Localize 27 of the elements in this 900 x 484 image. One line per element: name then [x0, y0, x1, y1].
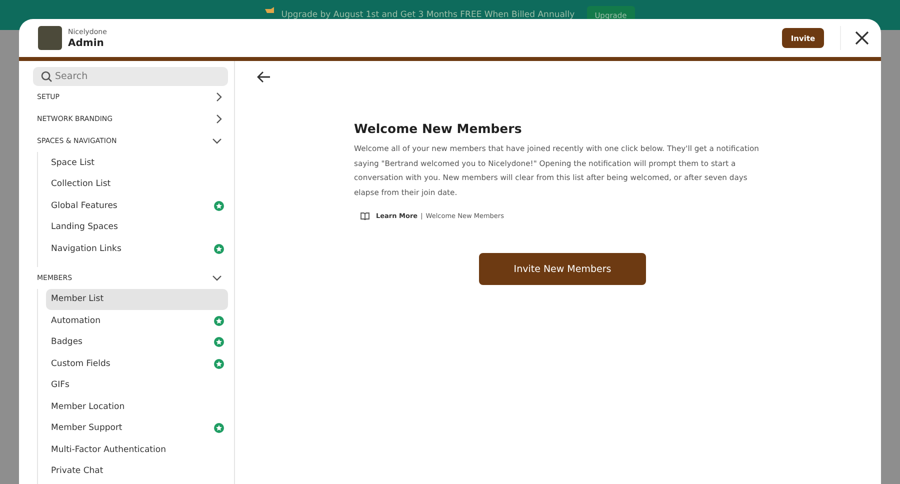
- book-icon: [360, 212, 370, 220]
- sidebar-item[interactable]: Private Chat: [46, 460, 228, 482]
- sidebar-item[interactable]: Automation: [46, 310, 228, 332]
- chevron-down-icon: [212, 138, 222, 144]
- sidebar-item[interactable]: Member Location: [46, 396, 228, 418]
- sidebar-item[interactable]: Badges: [46, 332, 228, 353]
- sidebar-item[interactable]: Space List: [46, 152, 228, 174]
- section-title: Welcome New Members: [354, 121, 523, 136]
- invite-new-members-button[interactable]: Invite New Members: [479, 253, 646, 285]
- sidebar-item[interactable]: Multi-Factor Authentication: [46, 439, 228, 460]
- sidebar-item[interactable]: Navigation Links: [46, 238, 228, 260]
- sidebar-item[interactable]: GIFs: [46, 374, 228, 396]
- sidebar-item[interactable]: Member Support: [46, 418, 228, 439]
- back-arrow-icon[interactable]: [257, 71, 271, 83]
- modal-title: Admin: [68, 38, 105, 48]
- chevron-right-icon: [216, 92, 222, 102]
- chevron-right-icon: [216, 114, 222, 124]
- sidebar-item[interactable]: Global Features: [46, 195, 228, 216]
- search-field[interactable]: Search: [33, 67, 228, 86]
- sidebar-item[interactable]: Collection List: [46, 174, 228, 195]
- sidebar-item[interactable]: Landing Spaces: [46, 216, 228, 238]
- network-logo: [38, 26, 62, 50]
- chevron-down-icon: [212, 274, 222, 280]
- close-icon[interactable]: [855, 31, 869, 45]
- sidebar-item[interactable]: Member List: [46, 288, 228, 310]
- sidebar-item[interactable]: Custom Fields: [46, 353, 228, 374]
- banner-text: Upgrade by August 1st and Get 3 Months FREE When Billed Annually: [281, 9, 575, 22]
